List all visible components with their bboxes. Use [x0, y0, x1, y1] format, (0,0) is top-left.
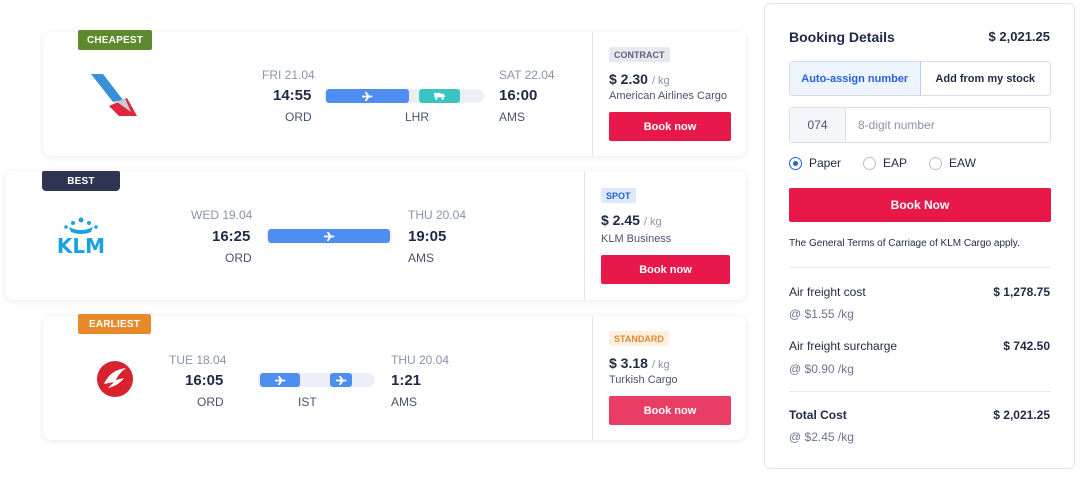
awb-number-field: 074 — [789, 107, 1051, 143]
arrival-time: 19:05 — [408, 228, 447, 245]
departure-time: 16:05 — [185, 372, 224, 389]
cost-label: Air freight surcharge — [789, 339, 898, 353]
card-divider — [592, 32, 593, 156]
radio-circle — [863, 156, 877, 170]
total-cost-rate: @ $2.45 /kg — [789, 430, 854, 444]
flight-segment — [260, 373, 300, 387]
arrival-date: THU 20.04 — [408, 208, 467, 222]
origin-code: ORD — [197, 395, 224, 409]
flight-segment — [268, 229, 390, 243]
book-now-button[interactable]: Book now — [601, 255, 730, 284]
rate-type-tag: STANDARD — [609, 331, 669, 346]
offer-card-klm[interactable]: BEST KLM WED 19.04 16:25 ORD THU 20.04 1… — [5, 171, 746, 300]
truck-icon — [434, 92, 445, 100]
price: $ 3.18/ kg — [609, 355, 670, 371]
destination-code: AMS — [408, 251, 435, 265]
best-badge: BEST — [42, 171, 120, 191]
radio-eaw[interactable]: EAW — [929, 156, 976, 170]
route-track — [266, 229, 392, 243]
origin-code: ORD — [285, 110, 312, 124]
auto-assign-option[interactable]: Auto-assign number — [790, 62, 921, 95]
plane-icon — [335, 375, 346, 385]
book-now-main-button[interactable]: Book Now — [789, 188, 1051, 222]
departure-time: 16:25 — [212, 228, 251, 245]
cheapest-badge: CHEAPEST — [78, 30, 152, 50]
total-cost-label: Total Cost — [789, 408, 847, 422]
departure-date: FRI 21.04 — [262, 68, 315, 82]
radio-circle — [789, 156, 802, 170]
klm-logo: KLM — [49, 217, 113, 260]
awb-number-input[interactable] — [846, 108, 1050, 142]
book-now-button[interactable]: Book now — [609, 396, 731, 425]
radio-label: EAP — [883, 156, 908, 170]
arrival-time: 1:21 — [391, 372, 422, 389]
plane-icon — [323, 231, 334, 241]
panel-total: $ 2,021.25 — [988, 29, 1050, 44]
arrival-time: 16:00 — [499, 87, 538, 104]
earliest-badge: EARLIEST — [78, 314, 151, 334]
rate-type-tag: CONTRACT — [609, 47, 670, 62]
route-track — [324, 89, 484, 103]
cost-value: $ 1,278.75 — [993, 285, 1050, 299]
add-from-stock-option[interactable]: Add from my stock — [921, 62, 1051, 95]
card-divider — [584, 171, 585, 300]
turkish-airlines-logo — [96, 360, 134, 403]
flight-segment — [326, 89, 409, 103]
arrival-date: SAT 22.04 — [499, 68, 555, 82]
truck-segment — [419, 89, 460, 103]
cost-rate: @ $1.55 /kg — [789, 307, 854, 321]
plane-icon — [274, 375, 285, 385]
price-value: $ 2.45 — [601, 212, 640, 228]
awb-assign-toggle: Auto-assign number Add from my stock — [789, 61, 1051, 96]
via-code: IST — [298, 395, 317, 409]
carrier-name: KLM Business — [601, 233, 672, 245]
destination-code: AMS — [391, 395, 418, 409]
svg-text:KLM: KLM — [57, 234, 105, 255]
divider — [789, 391, 1051, 392]
route-track — [257, 373, 375, 387]
cost-rate: @ $0.90 /kg — [789, 362, 854, 376]
carrier-name: American Airlines Cargo — [609, 90, 727, 102]
terms-text: The General Terms of Carriage of KLM Car… — [789, 238, 1020, 249]
total-cost-value: $ 2,021.25 — [993, 408, 1050, 422]
radio-paper[interactable]: Paper — [789, 156, 841, 170]
departure-time: 14:55 — [273, 87, 312, 104]
awb-prefix: 074 — [790, 108, 846, 142]
departure-date: TUE 18.04 — [169, 353, 227, 367]
radio-label: EAW — [949, 156, 976, 170]
price-value: $ 2.30 — [609, 71, 648, 87]
destination-code: AMS — [499, 110, 526, 124]
panel-title: Booking Details — [789, 29, 895, 45]
price: $ 2.45/ kg — [601, 212, 662, 228]
american-airlines-logo — [89, 72, 141, 123]
cost-label: Air freight cost — [789, 285, 866, 299]
rate-type-tag: SPOT — [601, 188, 636, 203]
arrival-date: THU 20.04 — [391, 353, 450, 367]
via-code: LHR — [405, 110, 430, 124]
offer-card-turkish[interactable]: EARLIEST TUE 18.04 16:05 ORD IST THU 20.… — [43, 314, 746, 440]
flight-segment — [330, 373, 352, 387]
book-now-button[interactable]: Book now — [609, 112, 731, 141]
document-type-radios: Paper EAP EAW — [789, 156, 998, 170]
plane-icon — [362, 91, 373, 101]
price-value: $ 3.18 — [609, 355, 648, 371]
price: $ 2.30/ kg — [609, 71, 670, 87]
price-unit: / kg — [651, 359, 670, 371]
radio-eap[interactable]: EAP — [863, 156, 907, 170]
origin-code: ORD — [225, 251, 252, 265]
cost-value: $ 742.50 — [1003, 339, 1050, 353]
carrier-name: Turkish Cargo — [609, 374, 678, 386]
card-divider — [592, 316, 593, 440]
radio-circle — [929, 156, 943, 170]
price-unit: / kg — [643, 216, 662, 228]
booking-details-panel: Booking Details $ 2,021.25 Auto-assign n… — [764, 3, 1075, 469]
divider — [789, 267, 1051, 268]
departure-date: WED 19.04 — [191, 208, 253, 222]
price-unit: / kg — [651, 75, 670, 87]
radio-label: Paper — [809, 156, 842, 170]
offer-card-american[interactable]: CHEAPEST FRI 21.04 14:55 ORD LHR SAT 22.… — [43, 30, 746, 156]
